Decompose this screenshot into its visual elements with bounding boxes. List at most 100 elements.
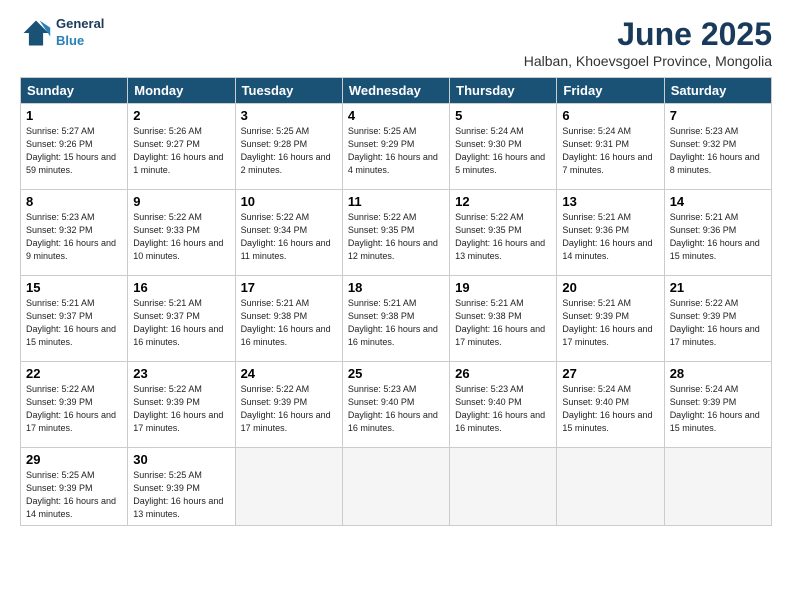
table-row: 25 Sunrise: 5:23 AMSunset: 9:40 PMDayligh… — [342, 362, 449, 448]
day-number: 3 — [241, 108, 337, 123]
day-number: 4 — [348, 108, 444, 123]
day-info: Sunrise: 5:21 AMSunset: 9:39 PMDaylight:… — [562, 297, 658, 349]
day-info: Sunrise: 5:25 AMSunset: 9:39 PMDaylight:… — [133, 469, 229, 521]
day-info: Sunrise: 5:24 AMSunset: 9:39 PMDaylight:… — [670, 383, 766, 435]
day-info: Sunrise: 5:22 AMSunset: 9:33 PMDaylight:… — [133, 211, 229, 263]
day-number: 25 — [348, 366, 444, 381]
calendar-table: Sunday Monday Tuesday Wednesday Thursday… — [20, 77, 772, 526]
table-row: 30 Sunrise: 5:25 AMSunset: 9:39 PMDayligh… — [128, 448, 235, 526]
day-number: 23 — [133, 366, 229, 381]
day-info: Sunrise: 5:25 AMSunset: 9:28 PMDaylight:… — [241, 125, 337, 177]
location-subtitle: Halban, Khoevsgoel Province, Mongolia — [524, 53, 772, 69]
day-number: 10 — [241, 194, 337, 209]
day-number: 29 — [26, 452, 122, 467]
page-header: General Blue June 2025 Halban, Khoevsgoe… — [20, 16, 772, 69]
day-info: Sunrise: 5:27 AMSunset: 9:26 PMDaylight:… — [26, 125, 122, 177]
table-row — [557, 448, 664, 526]
day-info: Sunrise: 5:22 AMSunset: 9:39 PMDaylight:… — [670, 297, 766, 349]
day-info: Sunrise: 5:22 AMSunset: 9:35 PMDaylight:… — [348, 211, 444, 263]
day-info: Sunrise: 5:24 AMSunset: 9:31 PMDaylight:… — [562, 125, 658, 177]
calendar-week-row: 22Sunrise: 5:22 AMSunset: 9:39 PMDayligh… — [21, 362, 772, 448]
table-row: 2Sunrise: 5:26 AMSunset: 9:27 PMDaylight… — [128, 104, 235, 190]
table-row: 5 Sunrise: 5:24 AMSunset: 9:30 PMDaylight… — [450, 104, 557, 190]
day-info: Sunrise: 5:25 AMSunset: 9:39 PMDaylight:… — [26, 469, 122, 521]
day-number: 6 — [562, 108, 658, 123]
table-row: 9Sunrise: 5:22 AMSunset: 9:33 PMDaylight… — [128, 190, 235, 276]
table-row: 6 Sunrise: 5:24 AMSunset: 9:31 PMDaylight… — [557, 104, 664, 190]
day-number: 17 — [241, 280, 337, 295]
day-info: Sunrise: 5:21 AMSunset: 9:38 PMDaylight:… — [241, 297, 337, 349]
table-row: 3 Sunrise: 5:25 AMSunset: 9:28 PMDaylight… — [235, 104, 342, 190]
day-info: Sunrise: 5:25 AMSunset: 9:29 PMDaylight:… — [348, 125, 444, 177]
day-number: 20 — [562, 280, 658, 295]
day-number: 13 — [562, 194, 658, 209]
header-monday: Monday — [128, 78, 235, 104]
day-number: 2 — [133, 108, 229, 123]
logo-icon — [20, 17, 52, 49]
day-info: Sunrise: 5:23 AMSunset: 9:32 PMDaylight:… — [26, 211, 122, 263]
calendar-page: General Blue June 2025 Halban, Khoevsgoe… — [0, 0, 792, 612]
day-info: Sunrise: 5:22 AMSunset: 9:39 PMDaylight:… — [26, 383, 122, 435]
day-info: Sunrise: 5:23 AMSunset: 9:32 PMDaylight:… — [670, 125, 766, 177]
day-number: 27 — [562, 366, 658, 381]
table-row: 17 Sunrise: 5:21 AMSunset: 9:38 PMDayligh… — [235, 276, 342, 362]
table-row: 24 Sunrise: 5:22 AMSunset: 9:39 PMDayligh… — [235, 362, 342, 448]
day-number: 19 — [455, 280, 551, 295]
header-tuesday: Tuesday — [235, 78, 342, 104]
table-row: 21 Sunrise: 5:22 AMSunset: 9:39 PMDayligh… — [664, 276, 771, 362]
day-info: Sunrise: 5:21 AMSunset: 9:38 PMDaylight:… — [455, 297, 551, 349]
header-friday: Friday — [557, 78, 664, 104]
day-number: 12 — [455, 194, 551, 209]
header-saturday: Saturday — [664, 78, 771, 104]
table-row: 14 Sunrise: 5:21 AMSunset: 9:36 PMDayligh… — [664, 190, 771, 276]
table-row: 20 Sunrise: 5:21 AMSunset: 9:39 PMDayligh… — [557, 276, 664, 362]
day-number: 21 — [670, 280, 766, 295]
table-row: 16Sunrise: 5:21 AMSunset: 9:37 PMDayligh… — [128, 276, 235, 362]
month-title: June 2025 — [524, 16, 772, 53]
table-row — [235, 448, 342, 526]
day-number: 14 — [670, 194, 766, 209]
logo: General Blue — [20, 16, 104, 50]
logo-text: General Blue — [56, 16, 104, 50]
day-info: Sunrise: 5:23 AMSunset: 9:40 PMDaylight:… — [348, 383, 444, 435]
table-row: 19 Sunrise: 5:21 AMSunset: 9:38 PMDayligh… — [450, 276, 557, 362]
table-row: 7Sunrise: 5:23 AMSunset: 9:32 PMDaylight… — [664, 104, 771, 190]
day-info: Sunrise: 5:21 AMSunset: 9:36 PMDaylight:… — [670, 211, 766, 263]
day-info: Sunrise: 5:23 AMSunset: 9:40 PMDaylight:… — [455, 383, 551, 435]
table-row: 29 Sunrise: 5:25 AMSunset: 9:39 PMDayligh… — [21, 448, 128, 526]
day-number: 11 — [348, 194, 444, 209]
day-info: Sunrise: 5:24 AMSunset: 9:30 PMDaylight:… — [455, 125, 551, 177]
table-row: 10 Sunrise: 5:22 AMSunset: 9:34 PMDayligh… — [235, 190, 342, 276]
table-row: 11 Sunrise: 5:22 AMSunset: 9:35 PMDayligh… — [342, 190, 449, 276]
day-number: 28 — [670, 366, 766, 381]
weekday-header-row: Sunday Monday Tuesday Wednesday Thursday… — [21, 78, 772, 104]
day-info: Sunrise: 5:22 AMSunset: 9:39 PMDaylight:… — [241, 383, 337, 435]
header-thursday: Thursday — [450, 78, 557, 104]
day-number: 5 — [455, 108, 551, 123]
day-number: 24 — [241, 366, 337, 381]
header-wednesday: Wednesday — [342, 78, 449, 104]
day-info: Sunrise: 5:22 AMSunset: 9:34 PMDaylight:… — [241, 211, 337, 263]
title-section: June 2025 Halban, Khoevsgoel Province, M… — [524, 16, 772, 69]
table-row: 12Sunrise: 5:22 AMSunset: 9:35 PMDayligh… — [450, 190, 557, 276]
day-info: Sunrise: 5:22 AMSunset: 9:39 PMDaylight:… — [133, 383, 229, 435]
day-number: 30 — [133, 452, 229, 467]
table-row — [664, 448, 771, 526]
table-row: 8 Sunrise: 5:23 AMSunset: 9:32 PMDaylight… — [21, 190, 128, 276]
day-number: 18 — [348, 280, 444, 295]
table-row: 15Sunrise: 5:21 AMSunset: 9:37 PMDayligh… — [21, 276, 128, 362]
table-row: 23 Sunrise: 5:22 AMSunset: 9:39 PMDayligh… — [128, 362, 235, 448]
table-row — [342, 448, 449, 526]
calendar-week-row: 8 Sunrise: 5:23 AMSunset: 9:32 PMDaylight… — [21, 190, 772, 276]
day-number: 8 — [26, 194, 122, 209]
day-number: 26 — [455, 366, 551, 381]
day-info: Sunrise: 5:24 AMSunset: 9:40 PMDaylight:… — [562, 383, 658, 435]
table-row: 13Sunrise: 5:21 AMSunset: 9:36 PMDayligh… — [557, 190, 664, 276]
table-row: 26 Sunrise: 5:23 AMSunset: 9:40 PMDayligh… — [450, 362, 557, 448]
day-number: 16 — [133, 280, 229, 295]
table-row: 1Sunrise: 5:27 AMSunset: 9:26 PMDaylight… — [21, 104, 128, 190]
day-number: 15 — [26, 280, 122, 295]
header-sunday: Sunday — [21, 78, 128, 104]
calendar-week-row: 1Sunrise: 5:27 AMSunset: 9:26 PMDaylight… — [21, 104, 772, 190]
table-row: 27 Sunrise: 5:24 AMSunset: 9:40 PMDayligh… — [557, 362, 664, 448]
